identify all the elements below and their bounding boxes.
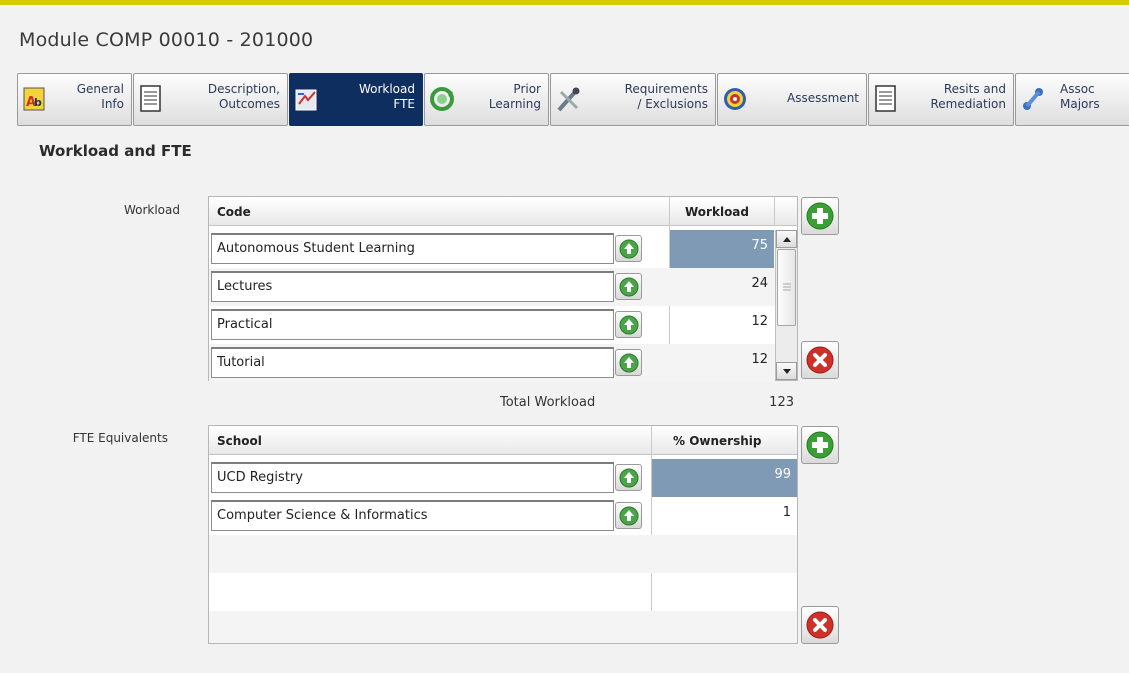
scroll-down-button[interactable] xyxy=(776,362,797,380)
arrow-up-icon xyxy=(619,277,639,297)
tab-label: Remediation xyxy=(930,97,1006,111)
recycle-icon xyxy=(430,87,454,111)
svg-text:b: b xyxy=(34,96,42,109)
code-field[interactable]: Autonomous Student Learning xyxy=(211,233,614,264)
tab-description-outcomes[interactable]: Description, Outcomes xyxy=(133,73,288,126)
scroll-up-button[interactable] xyxy=(776,230,797,248)
tab-associated-majors[interactable]: Assoc Majors xyxy=(1015,73,1129,126)
tab-label: Workload xyxy=(358,82,415,96)
arrow-up-icon xyxy=(619,506,639,526)
tab-label: Learning xyxy=(488,97,541,111)
empty-row xyxy=(209,535,797,573)
fte-grid: School % Ownership UCD Registry 99 Compu… xyxy=(208,425,798,644)
tab-label: Majors xyxy=(1060,97,1100,111)
table-row[interactable]: Lectures 24 xyxy=(209,268,775,306)
tab-label: Requirements xyxy=(624,82,708,96)
table-row[interactable]: Practical 12 xyxy=(209,306,775,344)
top-accent-bar xyxy=(0,0,1129,5)
workload-grid: Code Workload Autonomous Student Learnin… xyxy=(208,196,798,382)
column-header-school[interactable]: School xyxy=(217,434,262,448)
arrow-up-icon xyxy=(619,315,639,335)
workload-value[interactable]: 24 xyxy=(670,268,774,306)
ownership-value[interactable]: 1 xyxy=(652,497,797,535)
school-field[interactable]: Computer Science & Informatics xyxy=(211,500,614,531)
workload-value[interactable]: 12 xyxy=(670,306,774,344)
target-icon xyxy=(724,88,746,110)
total-workload-label: Total Workload xyxy=(500,395,596,410)
document-icon xyxy=(875,85,896,112)
total-workload-value: 123 xyxy=(769,395,794,410)
move-up-button[interactable] xyxy=(615,502,642,529)
tab-general-info[interactable]: A b General Info xyxy=(17,73,132,126)
tab-label: Info xyxy=(101,97,124,111)
tab-workload-fte[interactable]: Workload FTE xyxy=(289,73,423,126)
arrow-up-icon xyxy=(619,239,639,259)
table-row[interactable]: UCD Registry 99 xyxy=(209,459,797,497)
code-field[interactable]: Tutorial xyxy=(211,347,614,378)
tab-resits-remediation[interactable]: Resits and Remediation xyxy=(868,73,1014,126)
column-header-ownership[interactable]: % Ownership xyxy=(673,434,761,448)
tab-requirements-exclusions[interactable]: Requirements / Exclusions xyxy=(550,73,716,126)
code-field[interactable]: Practical xyxy=(211,309,614,340)
workload-value[interactable]: 75 xyxy=(670,230,774,268)
workload-icon xyxy=(295,89,317,111)
arrow-up-icon xyxy=(619,353,639,373)
tab-label: Prior xyxy=(513,82,541,96)
workload-grid-header: Code Workload xyxy=(209,197,797,226)
tab-label: Description, xyxy=(207,82,280,96)
table-row[interactable]: Computer Science & Informatics 1 xyxy=(209,497,797,535)
grip-icon xyxy=(783,283,791,291)
fte-grid-header: School % Ownership xyxy=(209,426,797,455)
fte-equivalents-label: FTE Equivalents xyxy=(72,431,168,445)
workload-label: Workload xyxy=(123,203,180,217)
triangle-down-icon xyxy=(783,369,791,374)
ownership-value[interactable]: 99 xyxy=(652,459,797,497)
tab-assessment[interactable]: Assessment xyxy=(717,73,867,126)
move-up-button[interactable] xyxy=(615,235,642,262)
move-up-button[interactable] xyxy=(615,349,642,376)
general-info-icon: A b xyxy=(23,87,45,111)
add-fte-button[interactable] xyxy=(801,426,839,464)
arrow-up-icon xyxy=(619,468,639,488)
move-up-button[interactable] xyxy=(615,464,642,491)
tab-label: Resits and xyxy=(943,82,1006,96)
column-header-code[interactable]: Code xyxy=(217,205,251,219)
network-icon xyxy=(1023,88,1043,110)
add-icon xyxy=(806,431,834,459)
empty-row xyxy=(209,573,797,611)
workload-value[interactable]: 12 xyxy=(670,344,774,382)
code-field[interactable]: Lectures xyxy=(211,271,614,302)
document-icon xyxy=(140,85,161,112)
tab-prior-learning[interactable]: Prior Learning xyxy=(424,73,549,126)
add-workload-button[interactable] xyxy=(801,197,839,235)
move-up-button[interactable] xyxy=(615,273,642,300)
tab-bar: A b General Info Description, Outcomes Wor… xyxy=(17,73,1129,126)
triangle-up-icon xyxy=(783,237,791,242)
column-header-workload[interactable]: Workload xyxy=(685,205,749,219)
remove-icon xyxy=(806,611,834,639)
table-row[interactable]: Tutorial 12 xyxy=(209,344,775,382)
remove-fte-button[interactable] xyxy=(801,606,839,644)
move-up-button[interactable] xyxy=(615,311,642,338)
tools-icon xyxy=(557,87,580,112)
tab-label: Outcomes xyxy=(218,97,280,111)
page-title: Module COMP 00010 - 201000 xyxy=(19,29,314,51)
empty-row xyxy=(209,611,797,643)
school-field[interactable]: UCD Registry xyxy=(211,462,614,493)
table-row[interactable]: Autonomous Student Learning 75 xyxy=(209,230,775,268)
add-icon xyxy=(806,202,834,230)
tab-label: Assoc xyxy=(1060,82,1095,96)
column-divider xyxy=(774,197,775,226)
scroll-thumb[interactable] xyxy=(777,249,796,326)
workload-scrollbar[interactable] xyxy=(775,230,797,380)
remove-workload-button[interactable] xyxy=(801,341,839,379)
tab-label: / Exclusions xyxy=(637,97,708,111)
section-title: Workload and FTE xyxy=(39,142,192,160)
remove-icon xyxy=(806,346,834,374)
tab-label: FTE xyxy=(393,97,415,111)
tab-label: General xyxy=(76,82,124,96)
tab-label: Assessment xyxy=(787,91,859,105)
